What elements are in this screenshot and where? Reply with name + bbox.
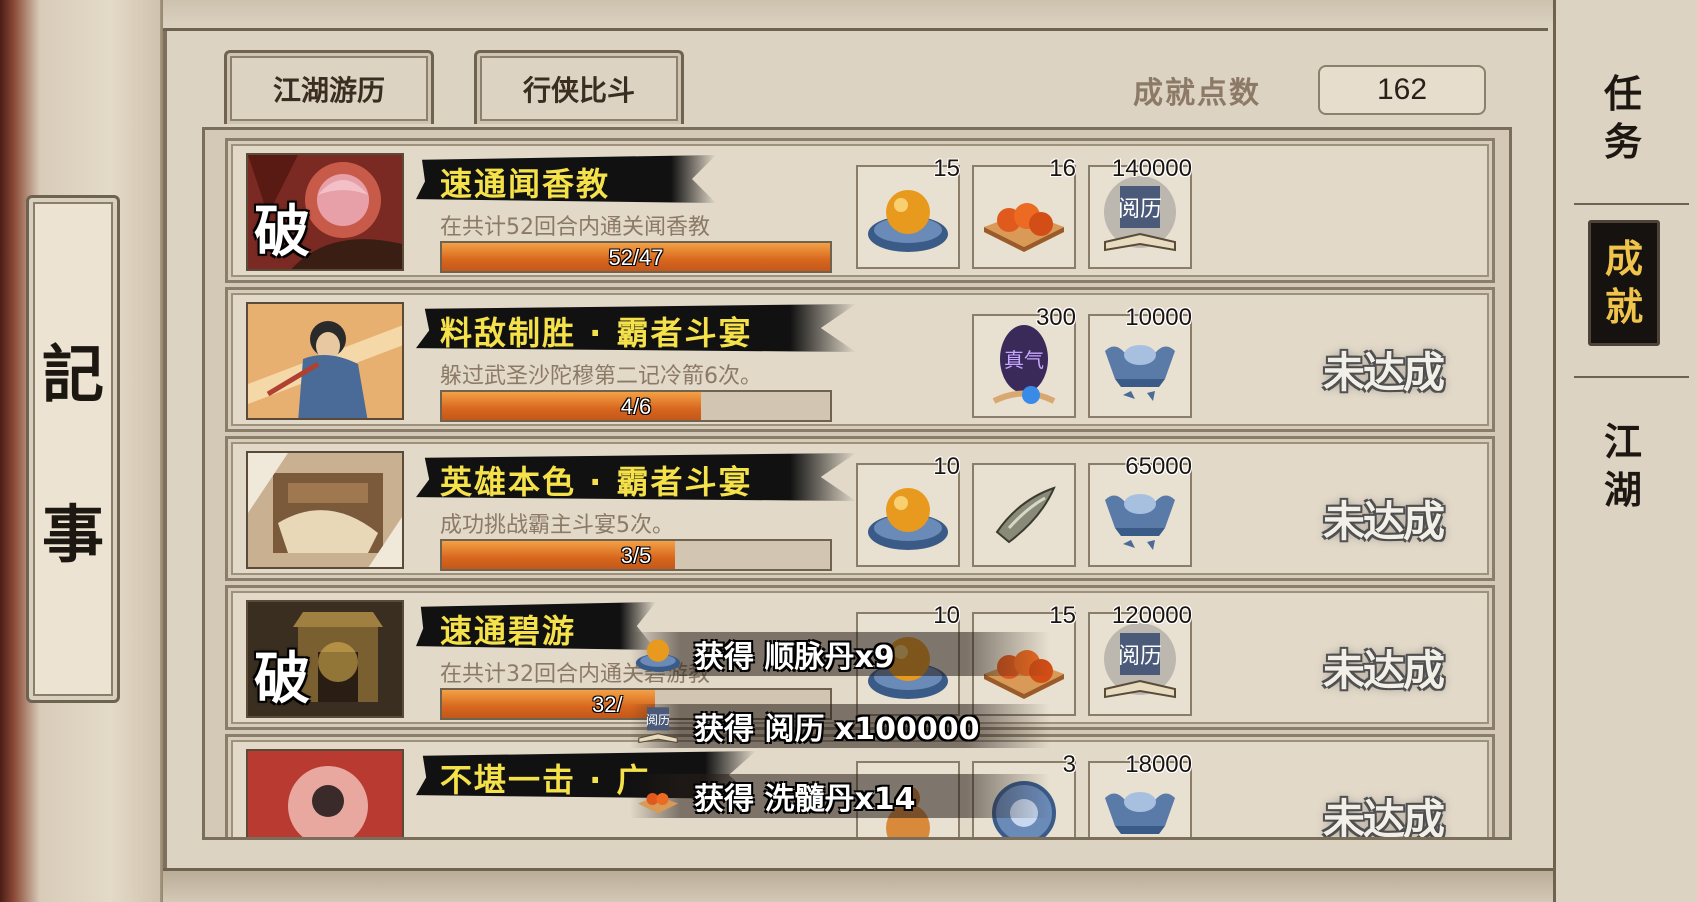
paper-top-edge — [163, 0, 1553, 30]
break-badge: 破 — [254, 199, 310, 265]
right-tab-achievements-char2: 就 — [1604, 284, 1643, 329]
achievement-row[interactable]: 料敌制胜 · 霸者斗宴 躲过武圣沙陀穆第二记冷箭6次。 4/6 真气 300 1… — [225, 287, 1495, 432]
achievement-portrait: 破 — [246, 153, 404, 271]
journal-char-2: 事 — [41, 498, 104, 571]
reward-toast: 获得 洗髓丹x14 — [630, 774, 1050, 818]
orb-dish-icon — [630, 632, 686, 676]
reward-qty: 16 — [1049, 155, 1076, 182]
reward-slot[interactable]: 15 — [856, 155, 960, 269]
experience-book-icon: 阅历 — [1104, 623, 1176, 699]
experience-book-text: 阅历 — [1118, 197, 1162, 222]
status-not-achieved: 未达成 — [1322, 496, 1445, 546]
paper-bottom-edge — [163, 868, 1553, 902]
tab-duel-label: 行侠比斗 — [522, 73, 635, 107]
reward-qty: 10000 — [1125, 304, 1192, 331]
right-tab-jianghu[interactable]: 江 湖 — [1590, 418, 1656, 514]
right-tab-jianghu-char2: 湖 — [1603, 467, 1642, 512]
reward-slot[interactable]: 18000 — [1088, 751, 1192, 837]
toast-book-text: 阅历 — [646, 713, 670, 727]
right-tab-tasks-char2: 务 — [1603, 119, 1642, 164]
right-tab-achievements-char1: 成 — [1604, 236, 1643, 281]
reward-slot[interactable]: 65000 — [1088, 453, 1192, 567]
toast-text: 获得 顺脉丹x9 — [694, 640, 895, 675]
journal-plaque: 記 事 — [26, 195, 120, 703]
status-not-achieved: 未达成 — [1322, 794, 1445, 840]
blade-fragment-icon — [995, 486, 1056, 544]
achievement-portrait — [246, 749, 404, 837]
achievement-desc: 在共计52回合内通关闻香教 — [440, 215, 710, 240]
reward-qty: 65000 — [1125, 453, 1192, 480]
tab-duel[interactable]: 行侠比斗 — [474, 50, 684, 124]
achievement-points-value: 162 — [1318, 65, 1486, 115]
reward-slot[interactable]: 真气 300 — [972, 304, 1076, 418]
progress-text: 3/5 — [620, 543, 652, 568]
reward-slot[interactable]: 阅历 120000 — [1088, 602, 1192, 716]
reward-slot[interactable]: 10 — [856, 453, 960, 567]
journal-char-1: 記 — [41, 338, 104, 411]
reward-qty: 10 — [933, 602, 960, 629]
reward-toast: 阅历 获得 阅历 x100000 — [630, 704, 1050, 748]
reward-qty: 15 — [933, 155, 960, 182]
pill-tray-icon — [630, 774, 686, 818]
achievement-desc: 躲过武圣沙陀穆第二记冷箭6次。 — [440, 364, 762, 389]
qi-orb-icon: 真气 — [992, 325, 1056, 404]
achievement-title: 英雄本色 · 霸者斗宴 — [440, 463, 753, 501]
achievement-portrait — [246, 302, 404, 420]
achievement-progress: 52/47 — [440, 241, 832, 273]
status-not-achieved: 未达成 — [1322, 347, 1445, 397]
achievement-title: 速通碧游 — [440, 612, 577, 650]
right-tab-tasks[interactable]: 任 务 — [1590, 70, 1656, 166]
status-not-achieved: 未达成 — [1322, 645, 1445, 695]
achievement-title: 料敌制胜 · 霸者斗宴 — [440, 314, 753, 352]
reward-qty: 3 — [1062, 751, 1076, 778]
pill-tray-icon — [984, 203, 1064, 252]
reward-slot[interactable]: 16 — [972, 155, 1076, 269]
achievement-points-label: 成就点数 — [1133, 76, 1261, 111]
reward-qty: 120000 — [1111, 602, 1192, 629]
reward-slot[interactable]: 阅历 140000 — [1088, 155, 1192, 269]
experience-book-icon: 阅历 — [1104, 176, 1176, 252]
reward-qty: 10 — [933, 453, 960, 480]
reward-toast: 获得 顺脉丹x9 — [630, 632, 1050, 676]
qi-orb-text: 真气 — [1004, 348, 1044, 372]
tab-jianghu-travel-label: 江湖游历 — [272, 73, 385, 107]
toast-text: 获得 洗髓丹x14 — [694, 782, 916, 817]
orb-dish-icon — [868, 488, 948, 550]
reward-slot[interactable]: 10000 — [1088, 304, 1192, 418]
achievement-title: 速通闻香教 — [440, 165, 611, 203]
right-divider — [1574, 376, 1689, 378]
progress-text: 52/47 — [608, 245, 664, 270]
right-divider — [1574, 203, 1689, 205]
achievement-portrait — [246, 451, 404, 569]
reward-qty: 15 — [1049, 602, 1076, 629]
reward-qty: 140000 — [1111, 155, 1192, 182]
silver-ingot-icon — [1105, 494, 1175, 550]
achievement-row[interactable]: 英雄本色 · 霸者斗宴 成功挑战霸主斗宴5次。 3/5 10 65000 未达成 — [225, 436, 1495, 581]
progress-text: 4/6 — [620, 394, 652, 419]
right-tab-tasks-char1: 任 — [1603, 71, 1642, 116]
silver-ingot-icon — [1105, 345, 1175, 401]
experience-book-text: 阅历 — [1118, 644, 1162, 669]
tab-jianghu-travel[interactable]: 江湖游历 — [224, 50, 434, 124]
achievement-title: 不堪一击 · 广 — [440, 761, 651, 799]
reward-slot[interactable] — [972, 463, 1076, 567]
break-badge: 破 — [254, 646, 310, 712]
achievement-desc: 成功挑战霸主斗宴5次。 — [440, 513, 674, 538]
toast-text: 获得 阅历 x100000 — [694, 712, 980, 747]
reward-qty: 18000 — [1125, 751, 1192, 778]
right-tab-achievements[interactable]: 成 就 — [1588, 220, 1660, 346]
achievement-portrait: 破 — [246, 600, 404, 718]
achievement-progress: 3/5 — [440, 539, 832, 571]
achievement-row[interactable]: 破 速通闻香教 在共计52回合内通关闻香教 52/47 15 16 阅历 140… — [225, 138, 1495, 283]
right-tab-jianghu-char1: 江 — [1603, 419, 1642, 464]
experience-book-icon: 阅历 — [630, 704, 686, 748]
orb-dish-icon — [868, 190, 948, 252]
reward-qty: 300 — [1035, 304, 1076, 331]
achievement-progress: 4/6 — [440, 390, 832, 422]
